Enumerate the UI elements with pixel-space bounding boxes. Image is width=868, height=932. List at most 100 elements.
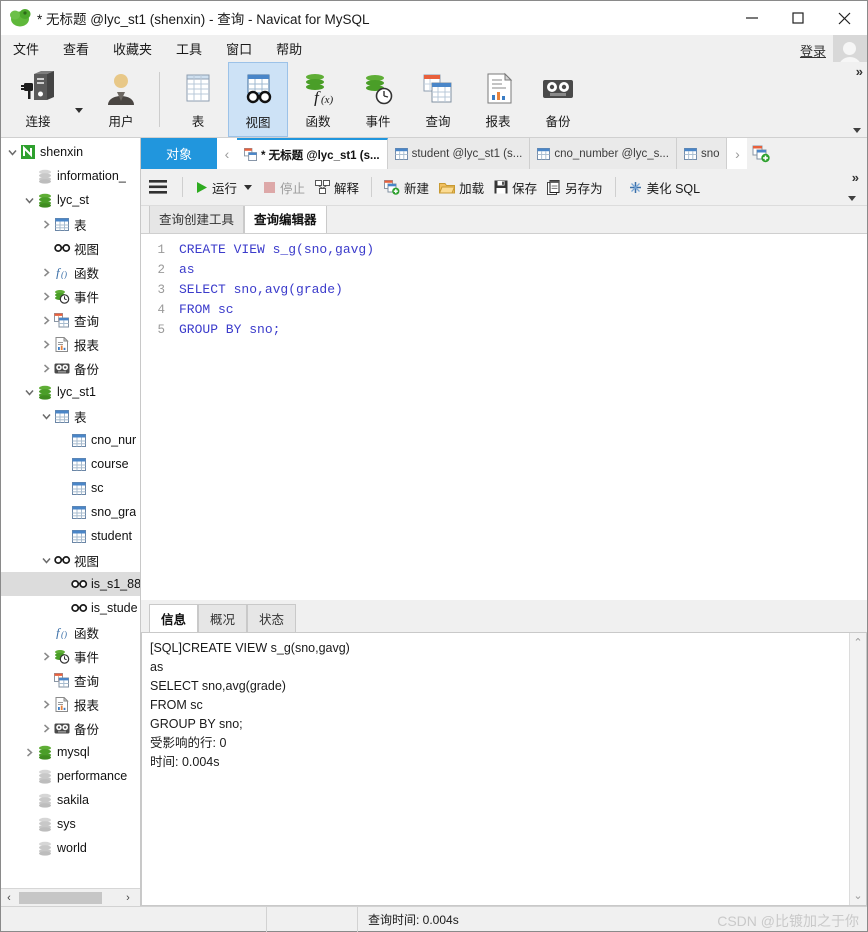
scroll-up-icon[interactable]: ⌃ bbox=[853, 636, 862, 649]
tree-item-sc[interactable]: sc bbox=[1, 476, 140, 500]
tree-item-lyc_st[interactable]: lyc_st bbox=[1, 188, 140, 212]
tree-item-[interactable]: f() 函数 bbox=[1, 620, 140, 644]
tree-item-mysql[interactable]: mysql bbox=[1, 740, 140, 764]
tree-item-[interactable]: 查询 bbox=[1, 668, 140, 692]
ribbon-overflow-chevrons[interactable]: » bbox=[856, 64, 863, 79]
chevron-right-icon[interactable] bbox=[39, 267, 53, 277]
tree-item-[interactable]: 备份 bbox=[1, 356, 140, 380]
tab-table-student[interactable]: student @lyc_st1 (s... bbox=[387, 138, 531, 169]
menu-item-favorites[interactable]: 收藏夹 bbox=[101, 35, 164, 62]
new-query-tab-icon[interactable] bbox=[747, 138, 776, 169]
tree-item-is_s1_88[interactable]: is_s1_88 bbox=[1, 572, 140, 596]
chevron-right-icon[interactable] bbox=[39, 699, 53, 709]
tree-item-[interactable]: 报表 bbox=[1, 692, 140, 716]
scroll-right-icon[interactable]: › bbox=[120, 892, 136, 904]
ribbon-button-function[interactable]: f (x) 函数 bbox=[288, 62, 348, 137]
run-dropdown-caret[interactable] bbox=[244, 184, 253, 190]
menu-item-help[interactable]: 帮助 bbox=[264, 35, 314, 62]
tabstrip-prev-icon[interactable]: ‹ bbox=[217, 138, 237, 169]
menu-item-view[interactable]: 查看 bbox=[51, 35, 101, 62]
new-button[interactable]: 新建 bbox=[379, 178, 434, 197]
chevron-down-icon[interactable] bbox=[22, 196, 36, 205]
chevron-right-icon[interactable] bbox=[39, 315, 53, 325]
scroll-left-icon[interactable]: ‹ bbox=[1, 892, 17, 904]
menu-item-tools[interactable]: 工具 bbox=[164, 35, 214, 62]
subtab-query-editor[interactable]: 查询编辑器 bbox=[244, 203, 327, 233]
chevron-right-icon[interactable] bbox=[39, 339, 53, 349]
tab-status[interactable]: 状态 bbox=[247, 604, 297, 632]
tree-item-[interactable]: 表 bbox=[1, 212, 140, 236]
tree-item-sakila[interactable]: sakila bbox=[1, 788, 140, 812]
ribbon-button-query[interactable]: 查询 bbox=[408, 62, 468, 137]
ribbon-button-connection[interactable]: 连接 bbox=[1, 62, 75, 137]
tree-item-[interactable]: 表 bbox=[1, 404, 140, 428]
code-line[interactable]: SELECT sno,avg(grade) bbox=[179, 280, 867, 300]
chevron-right-icon[interactable] bbox=[39, 651, 53, 661]
menu-item-file[interactable]: 文件 bbox=[1, 35, 51, 62]
close-icon[interactable] bbox=[821, 2, 867, 35]
tree-item-course[interactable]: course bbox=[1, 452, 140, 476]
scroll-down-icon[interactable]: ⌄ bbox=[853, 889, 862, 902]
tabstrip-next-icon[interactable]: › bbox=[727, 138, 748, 169]
chevron-right-icon[interactable] bbox=[39, 723, 53, 733]
tree-item-world[interactable]: world bbox=[1, 836, 140, 860]
tab-objects[interactable]: 对象 bbox=[141, 138, 217, 169]
tree-item-lyc_st1[interactable]: lyc_st1 bbox=[1, 380, 140, 404]
chevron-down-icon[interactable] bbox=[22, 388, 36, 397]
ribbon-button-backup[interactable]: 备份 bbox=[528, 62, 588, 137]
chevron-down-icon[interactable] bbox=[39, 556, 53, 565]
chevron-right-icon[interactable] bbox=[22, 747, 36, 757]
load-button[interactable]: 加载 bbox=[434, 178, 489, 197]
chevron-down-icon[interactable] bbox=[5, 148, 19, 157]
minimize-icon[interactable] bbox=[729, 2, 775, 35]
stop-button[interactable]: 停止 bbox=[258, 178, 310, 197]
code-line[interactable]: FROM sc bbox=[179, 300, 867, 320]
ribbon-button-view[interactable]: 视图 bbox=[228, 62, 288, 137]
ribbon-collapse-icon[interactable] bbox=[853, 128, 861, 133]
tree-item-[interactable]: 视图 bbox=[1, 236, 140, 260]
toolbar-overflow-chevrons[interactable]: » bbox=[852, 170, 859, 185]
chevron-right-icon[interactable] bbox=[39, 291, 53, 301]
maximize-icon[interactable] bbox=[775, 2, 821, 35]
chevron-down-icon[interactable] bbox=[39, 412, 53, 421]
code-line[interactable]: as bbox=[179, 260, 867, 280]
object-tree[interactable]: shenxin information_ lyc_st 表视图 f() 函数 事件 查询 报表备… bbox=[1, 138, 140, 888]
chevron-right-icon[interactable] bbox=[39, 363, 53, 373]
sidebar-horizontal-scrollbar[interactable]: ‹ › bbox=[1, 888, 140, 906]
tree-item-performance[interactable]: performance bbox=[1, 764, 140, 788]
tree-item-cno_nur[interactable]: cno_nur bbox=[1, 428, 140, 452]
tree-item-information_[interactable]: information_ bbox=[1, 164, 140, 188]
scrollbar-thumb[interactable] bbox=[19, 892, 102, 904]
menu-burger-icon[interactable] bbox=[141, 180, 175, 194]
tab-query-untitled[interactable]: * 无标题 @lyc_st1 (s... bbox=[237, 138, 388, 169]
tree-item-[interactable]: 视图 bbox=[1, 548, 140, 572]
tab-profile[interactable]: 概况 bbox=[198, 604, 248, 632]
sql-editor[interactable]: 1 2 3 4 5 CREATE VIEW s_g(sno,gavg) as SELECT … bbox=[141, 233, 867, 600]
run-button[interactable]: 运行 bbox=[190, 178, 242, 197]
ribbon-button-report[interactable]: 报表 bbox=[468, 62, 528, 137]
toolbar-collapse-icon[interactable] bbox=[848, 196, 856, 201]
chevron-right-icon[interactable] bbox=[39, 219, 53, 229]
tree-item-[interactable]: 报表 bbox=[1, 332, 140, 356]
ribbon-button-user[interactable]: 用户 bbox=[91, 62, 151, 137]
editor-code-area[interactable]: CREATE VIEW s_g(sno,gavg) as SELECT sno,av… bbox=[171, 234, 867, 600]
tree-item-student[interactable]: student bbox=[1, 524, 140, 548]
tree-item-[interactable]: f() 函数 bbox=[1, 260, 140, 284]
tab-info[interactable]: 信息 bbox=[149, 604, 199, 632]
tab-table-cno-number[interactable]: cno_number @lyc_s... bbox=[530, 138, 677, 169]
connection-dropdown-caret[interactable] bbox=[75, 62, 91, 137]
login-link[interactable]: 登录 bbox=[800, 41, 826, 60]
explain-button[interactable]: 解释 bbox=[310, 178, 364, 197]
code-line[interactable]: GROUP BY sno; bbox=[179, 320, 867, 340]
tree-item-shenxin[interactable]: shenxin bbox=[1, 140, 140, 164]
tree-item-sys[interactable]: sys bbox=[1, 812, 140, 836]
ribbon-button-event[interactable]: 事件 bbox=[348, 62, 408, 137]
tree-item-is_stude[interactable]: is_stude bbox=[1, 596, 140, 620]
code-line[interactable]: CREATE VIEW s_g(sno,gavg) bbox=[179, 240, 867, 260]
tree-item-[interactable]: 事件 bbox=[1, 284, 140, 308]
tree-item-[interactable]: 事件 bbox=[1, 644, 140, 668]
beautify-sql-button[interactable]: 美化 SQL bbox=[623, 178, 706, 197]
tab-table-sno[interactable]: sno bbox=[676, 138, 728, 169]
tree-item-[interactable]: 查询 bbox=[1, 308, 140, 332]
tree-item-sno_gra[interactable]: sno_gra bbox=[1, 500, 140, 524]
